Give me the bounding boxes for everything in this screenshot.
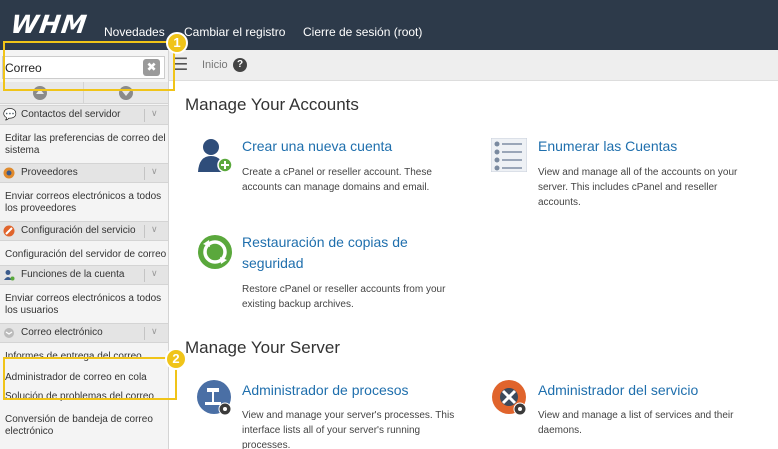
create-account-link[interactable]: Crear una nueva cuenta xyxy=(242,136,392,157)
sidebar-link-email-all-providers[interactable]: Enviar correos electrónicos a todos los … xyxy=(5,191,168,215)
chevron-down-icon[interactable]: ∨ xyxy=(151,326,158,337)
highlight-box-1 xyxy=(3,41,175,91)
sidebar-link-edit-mail-preferences[interactable]: Editar las preferencias de correo del si… xyxy=(5,133,168,157)
account-user-icon xyxy=(3,269,15,281)
divider xyxy=(144,225,145,238)
sidebar-link-email-all-users[interactable]: Enviar correos electrónicos a todos los … xyxy=(5,293,168,317)
sidebar-category-account-functions[interactable]: Funciones de la cuenta ∨ xyxy=(0,265,168,285)
create-account-icon[interactable] xyxy=(196,138,234,179)
chat-icon: 💬 xyxy=(3,109,17,121)
email-icon xyxy=(3,327,15,339)
sidebar-category-server-contacts[interactable]: 💬 Contactos del servidor ∨ xyxy=(0,105,168,125)
restore-backup-description: Restore cPanel or reseller accounts from… xyxy=(242,284,446,310)
help-icon[interactable]: ? xyxy=(233,58,247,72)
category-label: Funciones de la cuenta xyxy=(21,269,125,280)
divider xyxy=(144,109,145,122)
list-accounts-link[interactable]: Enumerar las Cuentas xyxy=(538,136,677,157)
highlight-box-2 xyxy=(3,357,177,400)
restore-backup-link[interactable]: Restauración de copias de seguridad xyxy=(242,232,452,274)
divider xyxy=(144,269,145,282)
section-title-accounts: Manage Your Accounts xyxy=(185,95,359,114)
chevron-down-icon[interactable]: ∨ xyxy=(151,166,158,177)
category-label: Correo electrónico xyxy=(21,327,103,338)
provider-icon xyxy=(3,167,15,179)
nav-whats-new[interactable]: Novedades xyxy=(104,25,165,39)
category-label: Contactos del servidor xyxy=(21,109,121,120)
divider xyxy=(144,327,145,340)
step-badge-1: 1 xyxy=(166,32,188,54)
whm-logo[interactable]: WHM xyxy=(9,10,89,39)
process-manager-link[interactable]: Administrador de procesos xyxy=(242,380,409,401)
restore-backup-icon[interactable] xyxy=(197,234,233,275)
nav-change-log[interactable]: Cambiar el registro xyxy=(184,25,285,39)
service-manager-icon[interactable] xyxy=(492,380,528,421)
sidebar-category-email[interactable]: Correo electrónico ∨ xyxy=(0,323,168,343)
service-manager-link[interactable]: Administrador del servicio xyxy=(538,380,698,401)
breadcrumb: ☰ Inicio ? xyxy=(169,50,778,81)
divider xyxy=(144,167,145,180)
chevron-down-icon[interactable]: ∨ xyxy=(151,268,158,279)
sidebar-category-service-config[interactable]: Configuración del servicio ∨ xyxy=(0,221,168,241)
main-content: ☰ Inicio ? Manage Your Accounts Crear un… xyxy=(169,50,778,449)
list-accounts-description: View and manage all of the accounts on y… xyxy=(538,167,738,208)
service-config-icon xyxy=(3,225,15,237)
service-manager-description: View and manage a list of services and t… xyxy=(538,410,734,436)
nav-logout[interactable]: Cierre de sesión (root) xyxy=(303,25,422,39)
category-label: Proveedores xyxy=(21,167,78,178)
process-manager-icon[interactable] xyxy=(197,380,233,421)
section-title-server: Manage Your Server xyxy=(185,338,340,357)
process-manager-description: View and manage your server's processes.… xyxy=(242,410,455,449)
category-label: Configuración del servicio xyxy=(21,225,136,236)
sidebar-category-providers[interactable]: Proveedores ∨ xyxy=(0,163,168,183)
menu-toggle-icon[interactable]: ☰ xyxy=(173,55,188,75)
breadcrumb-home[interactable]: Inicio xyxy=(202,59,228,71)
list-accounts-icon[interactable] xyxy=(490,137,528,177)
chevron-down-icon[interactable]: ∨ xyxy=(151,224,158,235)
sidebar-link-mail-server-config[interactable]: Configuración del servidor de correo xyxy=(5,249,168,261)
chevron-down-icon[interactable]: ∨ xyxy=(151,108,158,119)
sidebar-link-mailbox-conversion[interactable]: Conversión de bandeja de correo electrón… xyxy=(5,414,168,438)
create-account-description: Create a cPanel or reseller account. The… xyxy=(242,167,432,193)
step-badge-2: 2 xyxy=(165,348,187,370)
